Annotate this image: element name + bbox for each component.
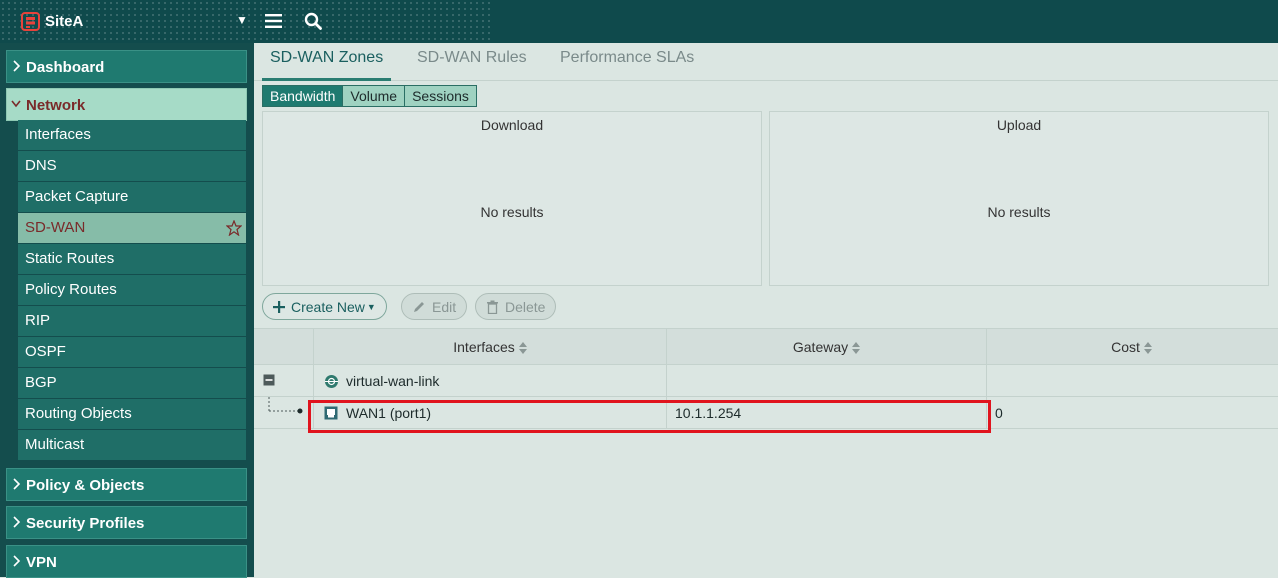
star-icon[interactable]: [226, 220, 242, 236]
sidebar-item-dns[interactable]: DNS: [18, 151, 246, 181]
chevron-right-icon: [13, 60, 21, 72]
sidebar-section-label: Network: [26, 97, 86, 114]
column-label: Gateway: [792, 339, 849, 355]
search-icon[interactable]: [304, 12, 322, 30]
tab-sd-wan-zones[interactable]: SD-WAN Zones: [262, 49, 392, 81]
sort-icon: [852, 342, 861, 355]
table-row[interactable]: virtual-wan-link: [254, 365, 1278, 397]
fortinet-logo-icon: [21, 12, 40, 31]
sidebar-section-label: Security Profiles: [26, 515, 145, 532]
download-panel: Download No results: [262, 111, 762, 286]
interface-cell: virtual-wan-link: [313, 365, 666, 397]
chevron-right-icon: [13, 516, 21, 528]
sidebar-section-network[interactable]: Network: [6, 88, 247, 121]
chevron-right-icon: [13, 555, 21, 567]
toggle-volume[interactable]: Volume: [343, 86, 406, 106]
sidebar-section-security-profiles[interactable]: Security Profiles: [6, 506, 247, 539]
column-header-gateway[interactable]: Gateway: [666, 329, 986, 366]
sidebar-item-sd-wan[interactable]: SD-WAN: [18, 213, 246, 243]
sidebar-item-routing-objects[interactable]: Routing Objects: [18, 399, 246, 429]
no-results-text: No results: [987, 204, 1051, 220]
caret-down-icon: ▼: [366, 301, 376, 312]
sidebar-section-label: Policy & Objects: [26, 477, 145, 494]
tab-bar: SD-WAN Zones SD-WAN Rules Performance SL…: [254, 43, 1278, 81]
top-bar: SiteA ▼: [0, 0, 1278, 43]
sort-icon: [518, 342, 527, 355]
sidebar-section-vpn[interactable]: VPN: [6, 545, 247, 578]
column-label: Cost: [1111, 339, 1140, 355]
sidebar-item-ospf[interactable]: OSPF: [18, 337, 246, 367]
sidebar-item-static-routes[interactable]: Static Routes: [18, 244, 246, 274]
chevron-right-icon: [13, 478, 21, 490]
trash-icon: [487, 300, 498, 314]
sidebar-section-label: Dashboard: [26, 59, 105, 76]
collapse-icon[interactable]: [263, 374, 275, 386]
upload-panel: Upload No results: [769, 111, 1269, 286]
zone-name: virtual-wan-link: [346, 373, 440, 389]
column-header-interfaces[interactable]: Interfaces: [313, 329, 666, 366]
toggle-bandwidth[interactable]: Bandwidth: [263, 86, 344, 106]
globe-icon: [325, 375, 338, 388]
cost-cell: 0: [986, 397, 1276, 429]
sidebar-item-packet-capture[interactable]: Packet Capture: [18, 182, 246, 212]
highlight-annotation-box: [308, 400, 991, 433]
delete-button[interactable]: Delete: [475, 293, 557, 320]
sidebar-item-policy-routes[interactable]: Policy Routes: [18, 275, 246, 305]
sidebar-section-label: VPN: [26, 554, 57, 571]
tab-performance-slas[interactable]: Performance SLAs: [560, 49, 694, 81]
no-results-text: No results: [480, 204, 544, 220]
plus-icon: [273, 300, 285, 313]
panel-title: Upload: [996, 117, 1042, 133]
column-header-cost[interactable]: Cost: [986, 329, 1276, 366]
tree-connector-icon: [268, 397, 303, 414]
sidebar-item-multicast[interactable]: Multicast: [18, 430, 246, 460]
sidebar-item-interfaces[interactable]: Interfaces: [18, 120, 246, 150]
sidebar-section-policy-objects[interactable]: Policy & Objects: [6, 468, 247, 501]
create-new-button[interactable]: Create New ▼: [262, 293, 387, 320]
sidebar: Dashboard Network Interfaces DNS Packet …: [0, 43, 254, 578]
create-new-label: Create New: [291, 298, 365, 315]
delete-label: Delete: [505, 298, 546, 315]
pencil-icon: [414, 301, 424, 312]
view-toggle: Bandwidth Volume Sessions: [262, 85, 477, 107]
device-name[interactable]: SiteA: [45, 13, 83, 30]
tab-sd-wan-rules[interactable]: SD-WAN Rules: [417, 49, 527, 81]
column-label: Interfaces: [453, 339, 515, 355]
caret-down-icon[interactable]: ▼: [236, 13, 248, 27]
sidebar-section-dashboard[interactable]: Dashboard: [6, 50, 247, 83]
sidebar-item-bgp[interactable]: BGP: [18, 368, 246, 398]
hamburger-menu-icon[interactable]: [265, 13, 282, 29]
sort-icon: [1143, 342, 1152, 355]
gateway-cell: [666, 365, 986, 397]
chevron-down-icon: [11, 100, 21, 108]
panel-title: Download: [480, 117, 544, 133]
sidebar-item-rip[interactable]: RIP: [18, 306, 246, 336]
edit-button[interactable]: Edit: [401, 293, 468, 320]
edit-label: Edit: [432, 298, 457, 315]
table-header: Interfaces Gateway Cost: [254, 328, 1278, 366]
cost-cell: [986, 365, 1276, 397]
sidebar-item-label: SD-WAN: [25, 219, 86, 236]
main-content: SD-WAN Zones SD-WAN Rules Performance SL…: [254, 43, 1278, 577]
toggle-sessions[interactable]: Sessions: [405, 86, 476, 106]
